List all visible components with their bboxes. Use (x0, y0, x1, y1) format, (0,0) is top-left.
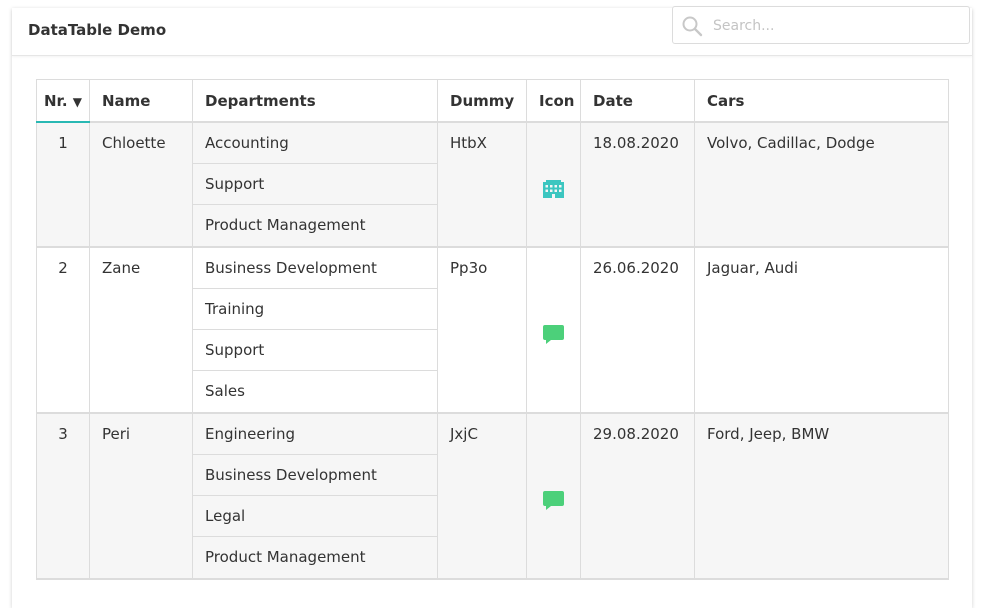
cell-departments: Accounting Support Product Management (192, 121, 438, 248)
building-icon (543, 179, 564, 198)
department-item: Sales (205, 382, 245, 400)
cell-name: Chloette (89, 121, 193, 248)
cell-icon (526, 121, 581, 248)
department-item: Support (193, 330, 437, 371)
cell-icon (526, 246, 581, 414)
column-header-nr[interactable]: Nr. ▼ (36, 79, 90, 123)
cell-cars: Ford, Jeep, BMW (694, 412, 949, 580)
column-header-dummy[interactable]: Dummy (437, 79, 527, 123)
cell-nr: 2 (36, 246, 90, 414)
data-table: Nr. ▼ Name Departments Dummy Icon Date C… (36, 79, 949, 580)
cell-dummy: HtbX (437, 121, 527, 248)
department-item: Legal (193, 496, 437, 537)
table-row[interactable]: 2 Zane Business Development Training Sup… (36, 246, 949, 414)
cell-departments: Engineering Business Development Legal P… (192, 412, 438, 580)
column-header-cars[interactable]: Cars (694, 79, 949, 123)
cell-icon (526, 412, 581, 580)
cell-dummy: JxjC (437, 412, 527, 580)
comment-icon (543, 490, 564, 510)
sort-desc-icon: ▼ (72, 94, 82, 109)
table-row[interactable]: 1 Chloette Accounting Support Product Ma… (36, 121, 949, 248)
cell-nr: 3 (36, 412, 90, 580)
department-item: Engineering (193, 414, 437, 455)
cell-date: 29.08.2020 (580, 412, 695, 580)
cell-date: 18.08.2020 (580, 121, 695, 248)
department-item: Product Management (205, 548, 366, 566)
cell-dummy: Pp3o (437, 246, 527, 414)
column-header-name[interactable]: Name (89, 79, 193, 123)
cell-nr: 1 (36, 121, 90, 248)
page-title: DataTable Demo (28, 21, 167, 39)
cell-cars: Volvo, Cadillac, Dodge (694, 121, 949, 248)
cell-name: Zane (89, 246, 193, 414)
column-header-icon[interactable]: Icon (526, 79, 581, 123)
search-input[interactable] (711, 7, 965, 45)
department-item: Training (193, 289, 437, 330)
column-header-nr-label: Nr. (44, 91, 68, 110)
comment-icon (543, 324, 564, 344)
cell-date: 26.06.2020 (580, 246, 695, 414)
department-item: Business Development (193, 455, 437, 496)
cell-departments: Business Development Training Support Sa… (192, 246, 438, 414)
department-item: Accounting (193, 123, 437, 164)
column-header-departments[interactable]: Departments (192, 79, 438, 123)
column-header-date[interactable]: Date (580, 79, 695, 123)
department-item: Business Development (193, 248, 437, 289)
table-header-row: Nr. ▼ Name Departments Dummy Icon Date C… (36, 79, 949, 123)
cell-cars: Jaguar, Audi (694, 246, 949, 414)
search-box[interactable] (672, 6, 970, 45)
cell-name: Peri (89, 412, 193, 580)
department-item: Support (193, 164, 437, 205)
search-icon (682, 16, 703, 37)
department-item: Product Management (205, 216, 366, 234)
table-row[interactable]: 3 Peri Engineering Business Development … (36, 412, 949, 580)
